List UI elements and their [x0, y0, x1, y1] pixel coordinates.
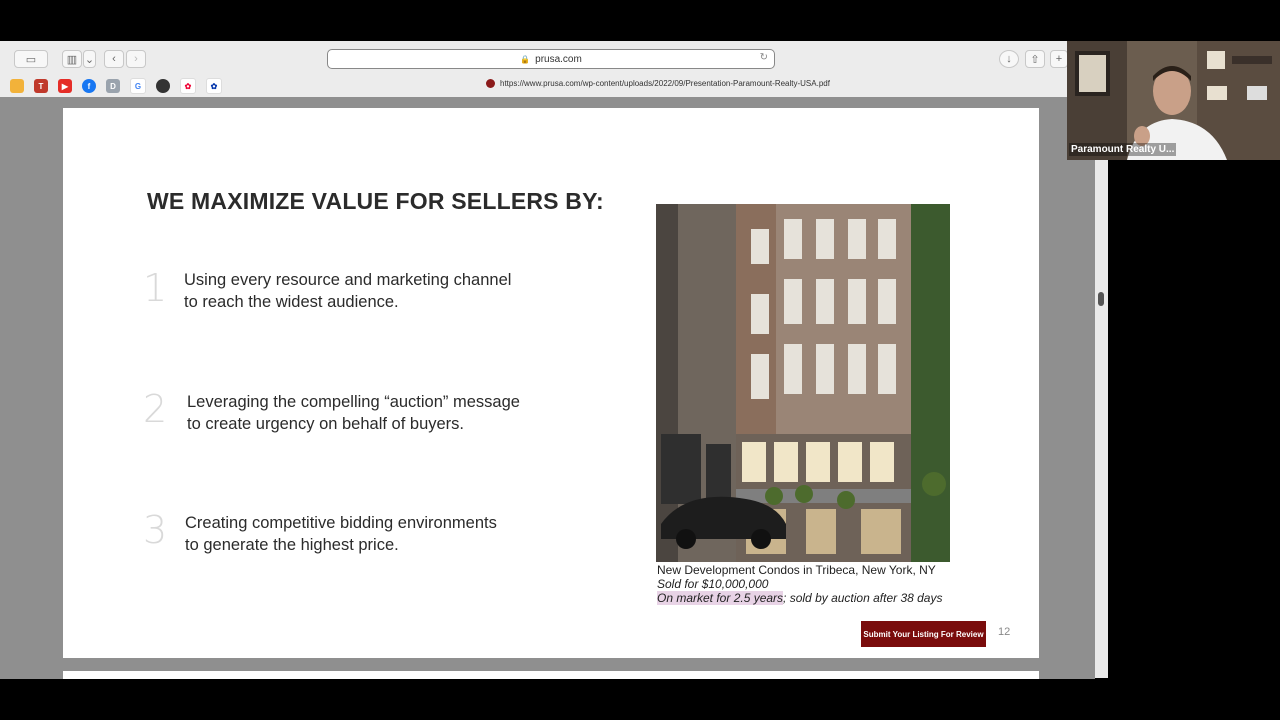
caption-title: New Development Condos in Tribeca, New Y… [657, 563, 936, 577]
caption-market: On market for 2.5 years; sold by auction… [657, 591, 942, 605]
reload-icon[interactable]: ↻ [760, 52, 768, 63]
address-text: prusa.com [535, 53, 582, 65]
browser-toolbar: ▭ ▥ ⌄ ‹ › 🔒 prusa.com ↻ ↓ ⇧ + T ▶ f D G … [0, 41, 1068, 98]
item-text: Leveraging the compelling “auction” mess… [187, 393, 520, 433]
next-slide [63, 671, 1039, 679]
new-tab-icon[interactable]: + [1050, 50, 1068, 68]
address-bar[interactable]: 🔒 prusa.com ↻ [327, 49, 775, 69]
google-icon[interactable]: G [130, 78, 146, 94]
item-number: 2 [143, 387, 168, 431]
scrollbar[interactable] [1095, 100, 1108, 678]
caption-sold: Sold for $10,000,000 [657, 577, 769, 591]
pdf-viewport: WE MAXIMIZE VALUE FOR SELLERS BY: 1 Usin… [0, 97, 1095, 679]
tab-url-text: https://www.prusa.com/wp-content/uploads… [500, 79, 830, 88]
item-text: Creating competitive bidding environment… [185, 514, 497, 554]
building-photo [656, 204, 950, 562]
apple-icon[interactable] [10, 79, 24, 93]
page-number: 12 [998, 626, 1011, 638]
slide: WE MAXIMIZE VALUE FOR SELLERS BY: 1 Usin… [63, 108, 1039, 658]
back-icon[interactable]: ‹ [104, 50, 124, 68]
sidebar-icon[interactable]: ▥ [62, 50, 82, 68]
item-text: Using every resource and marketing chann… [184, 271, 512, 311]
submit-listing-button[interactable]: Submit Your Listing For Review [861, 621, 986, 647]
chevron-down-icon[interactable]: ⌄ [83, 50, 96, 68]
browser-window: ▭ ▥ ⌄ ‹ › 🔒 prusa.com ↻ ↓ ⇧ + T ▶ f D G … [0, 41, 1095, 679]
site-icon [486, 79, 495, 88]
lock-icon: 🔒 [520, 54, 531, 64]
participant-name: Paramount Realty U... [1069, 143, 1177, 156]
nbc-icon[interactable]: ✿ [180, 78, 196, 94]
youtube-icon[interactable]: ▶ [58, 79, 72, 93]
app-icon[interactable]: T [34, 79, 48, 93]
item-number: 3 [143, 508, 168, 552]
facebook-icon[interactable]: f [82, 79, 96, 93]
share-icon[interactable]: ⇧ [1025, 50, 1045, 68]
download-icon[interactable]: ↓ [999, 50, 1019, 68]
caption-market-rest: ; sold by auction after 38 days [783, 591, 943, 605]
forward-icon[interactable]: › [126, 50, 146, 68]
slide-heading: WE MAXIMIZE VALUE FOR SELLERS BY: [147, 188, 604, 214]
scrollbar-thumb[interactable] [1098, 292, 1104, 306]
highlighted-text: On market for 2.5 years [657, 591, 784, 605]
docs-icon[interactable]: D [106, 79, 120, 93]
window-icon[interactable]: ▭ [14, 50, 48, 68]
github-icon[interactable] [156, 79, 170, 93]
tab-url[interactable]: https://www.prusa.com/wp-content/uploads… [486, 79, 830, 88]
item-number: 1 [143, 266, 168, 310]
video-thumbnail[interactable]: Paramount Realty U... [1067, 41, 1280, 160]
nbc-icon-2[interactable]: ✿ [206, 78, 222, 94]
